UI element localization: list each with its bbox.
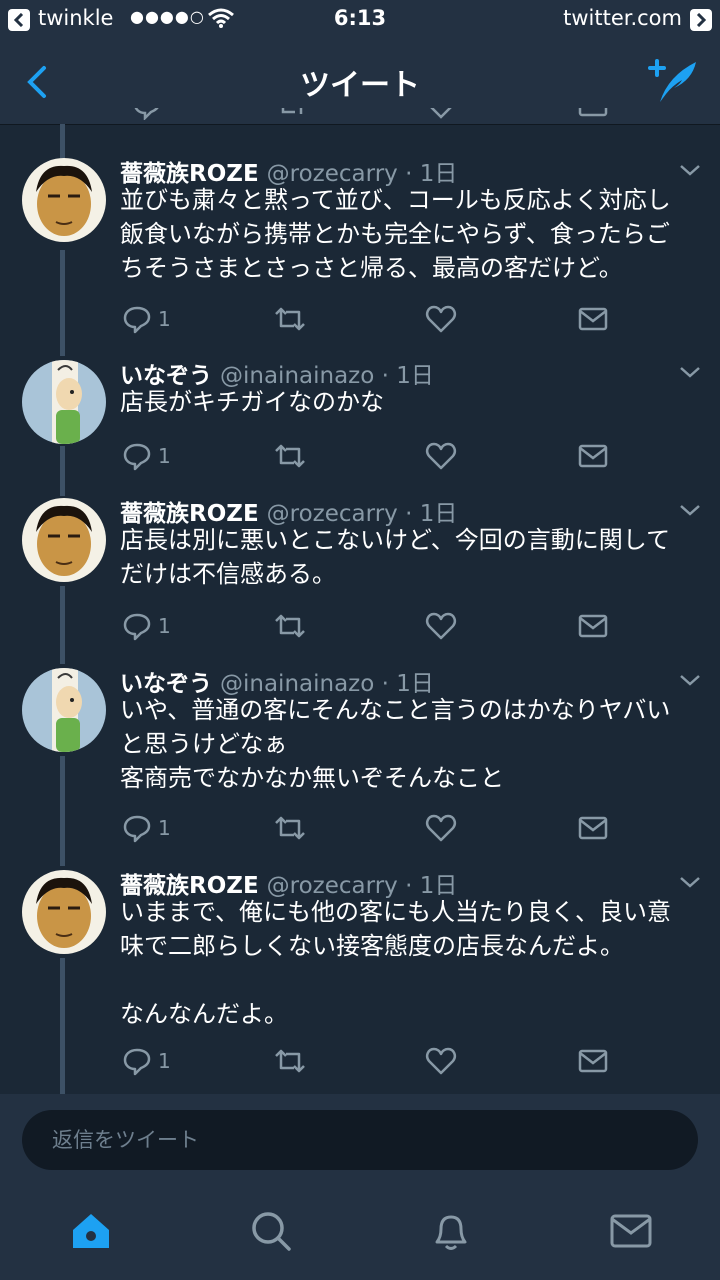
heart-icon bbox=[425, 442, 457, 470]
reply-count: 1 bbox=[158, 614, 171, 638]
status-site: twitter.com bbox=[563, 6, 682, 30]
envelope-icon bbox=[578, 816, 608, 840]
tab-search[interactable] bbox=[246, 1206, 296, 1256]
reply-bar bbox=[0, 1094, 720, 1182]
like-button[interactable] bbox=[425, 1041, 457, 1081]
tab-bar bbox=[0, 1182, 720, 1280]
thread-line bbox=[60, 124, 65, 160]
envelope-icon bbox=[578, 614, 608, 638]
chevron-down-icon[interactable] bbox=[678, 874, 702, 890]
like-button[interactable] bbox=[425, 436, 457, 476]
open-site-icon[interactable] bbox=[690, 9, 712, 31]
chevron-down-icon[interactable] bbox=[678, 672, 702, 688]
reply-icon bbox=[123, 1048, 151, 1076]
retweet-button[interactable] bbox=[272, 606, 308, 646]
retweet-icon bbox=[275, 444, 305, 468]
like-button[interactable] bbox=[425, 606, 457, 646]
compose-tweet-button[interactable] bbox=[646, 54, 700, 108]
page-title: ツイート bbox=[300, 68, 420, 103]
chevron-down-icon[interactable] bbox=[678, 162, 702, 178]
tab-messages[interactable] bbox=[606, 1206, 656, 1256]
envelope-icon bbox=[610, 1214, 652, 1248]
thread-line bbox=[60, 446, 65, 496]
tab-home[interactable] bbox=[66, 1206, 116, 1256]
thread-line bbox=[60, 586, 65, 664]
reply-count: 1 bbox=[158, 307, 171, 331]
compose-tweet-icon bbox=[648, 59, 696, 102]
home-icon bbox=[73, 1214, 109, 1248]
reply-count: 1 bbox=[158, 816, 171, 840]
direct-message-button[interactable] bbox=[578, 299, 608, 339]
tweet-text: いままで、俺にも他の客にも人当たり良く、良い意 味で二郎らしくない接客態度の店長… bbox=[120, 898, 672, 1028]
reply-input[interactable] bbox=[22, 1110, 698, 1170]
retweet-button[interactable] bbox=[272, 808, 308, 848]
tweet-text: 並びも粛々と黙って並び、コールも反応よく対応し 飯食いながら携帯とかも完全にやら… bbox=[120, 186, 671, 282]
tweet-actions: 1 bbox=[120, 1041, 620, 1081]
reply-icon bbox=[123, 443, 151, 471]
bell-icon bbox=[435, 1215, 467, 1250]
search-icon bbox=[252, 1212, 291, 1251]
reply-button[interactable]: 1 bbox=[122, 606, 171, 646]
thread-line bbox=[60, 756, 65, 866]
envelope-icon bbox=[578, 444, 608, 468]
reply-count: 1 bbox=[158, 444, 171, 468]
direct-message-button[interactable] bbox=[578, 436, 608, 476]
reply-icon bbox=[123, 613, 151, 641]
tab-notifications[interactable] bbox=[426, 1206, 476, 1256]
reply-button[interactable]: 1 bbox=[122, 436, 171, 476]
tweet-actions: 1 bbox=[120, 808, 620, 848]
envelope-icon bbox=[578, 307, 608, 331]
reply-count: 1 bbox=[158, 1049, 171, 1073]
direct-message-button[interactable] bbox=[578, 808, 608, 848]
reply-button[interactable]: 1 bbox=[122, 299, 171, 339]
avatar[interactable] bbox=[22, 870, 106, 954]
status-bar: twinkle ●●●●○ 6:13 twitter.com bbox=[0, 0, 720, 40]
tweet-actions: 1 bbox=[120, 299, 620, 339]
reply-button[interactable]: 1 bbox=[122, 1041, 171, 1081]
envelope-icon bbox=[578, 1049, 608, 1073]
previous-tweet-actions bbox=[120, 108, 620, 124]
retweet-icon bbox=[275, 307, 305, 331]
tweet-actions: 1 bbox=[120, 606, 620, 646]
reply-icon bbox=[123, 306, 151, 334]
like-button[interactable] bbox=[425, 299, 457, 339]
avatar[interactable] bbox=[22, 498, 106, 582]
chevron-down-icon[interactable] bbox=[678, 502, 702, 518]
tweet-actions: 1 bbox=[120, 436, 620, 476]
heart-icon bbox=[425, 612, 457, 640]
like-button[interactable] bbox=[425, 808, 457, 848]
retweet-icon bbox=[275, 614, 305, 638]
reply-icon bbox=[123, 815, 151, 843]
reply-button[interactable]: 1 bbox=[122, 808, 171, 848]
retweet-icon bbox=[275, 1049, 305, 1073]
chevron-down-icon[interactable] bbox=[678, 364, 702, 380]
heart-icon bbox=[425, 1047, 457, 1075]
heart-icon bbox=[425, 305, 457, 333]
heart-icon bbox=[425, 814, 457, 842]
avatar[interactable] bbox=[22, 360, 106, 444]
avatar[interactable] bbox=[22, 668, 106, 752]
thread-line bbox=[60, 250, 65, 356]
thread-line bbox=[60, 958, 65, 1094]
direct-message-button[interactable] bbox=[578, 606, 608, 646]
direct-message-button[interactable] bbox=[578, 1041, 608, 1081]
retweet-icon bbox=[275, 816, 305, 840]
tweet-text: 店長は別に悪いとこないけど、今回の言動に関して だけは不信感ある。 bbox=[120, 526, 671, 588]
retweet-button[interactable] bbox=[272, 436, 308, 476]
retweet-button[interactable] bbox=[272, 299, 308, 339]
tweet-text: 店長がキチガイなのかな bbox=[120, 388, 384, 416]
tweet-text: いや、普通の客にそんなこと言うのはかなりヤバい と思うけどなぁ 客商売でなかなか… bbox=[120, 696, 671, 792]
avatar[interactable] bbox=[22, 158, 106, 242]
retweet-button[interactable] bbox=[272, 1041, 308, 1081]
